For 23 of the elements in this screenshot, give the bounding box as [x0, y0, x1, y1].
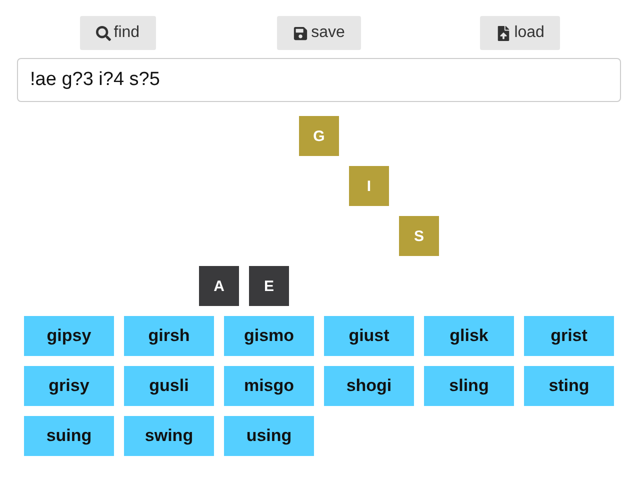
word-tile[interactable]: using — [224, 416, 314, 456]
search-icon — [96, 26, 111, 40]
letter-tile[interactable]: A — [199, 266, 239, 306]
word-tile[interactable]: sling — [424, 366, 514, 406]
file-upload-icon — [496, 26, 512, 40]
word-tile[interactable]: swing — [124, 416, 214, 456]
word-tile[interactable]: giust — [324, 316, 414, 356]
load-button[interactable]: load — [480, 16, 560, 50]
search-field[interactable]: !ae g?3 i?4 s?5 — [17, 58, 621, 102]
word-tile[interactable]: grisy — [24, 366, 114, 406]
word-tile[interactable]: gipsy — [24, 316, 114, 356]
find-button[interactable]: find — [80, 16, 156, 50]
word-tile[interactable]: gismo — [224, 316, 314, 356]
word-tile[interactable]: glisk — [424, 316, 514, 356]
word-tile[interactable]: sting — [524, 366, 614, 406]
word-tile[interactable]: gusli — [124, 366, 214, 406]
save-button[interactable]: save — [277, 16, 361, 50]
word-tile[interactable]: misgo — [224, 366, 314, 406]
word-tile[interactable]: grist — [524, 316, 614, 356]
word-tile[interactable]: shogi — [324, 366, 414, 406]
letter-tile[interactable]: E — [249, 266, 289, 306]
word-tile[interactable]: suing — [24, 416, 114, 456]
word-tile[interactable]: girsh — [124, 316, 214, 356]
